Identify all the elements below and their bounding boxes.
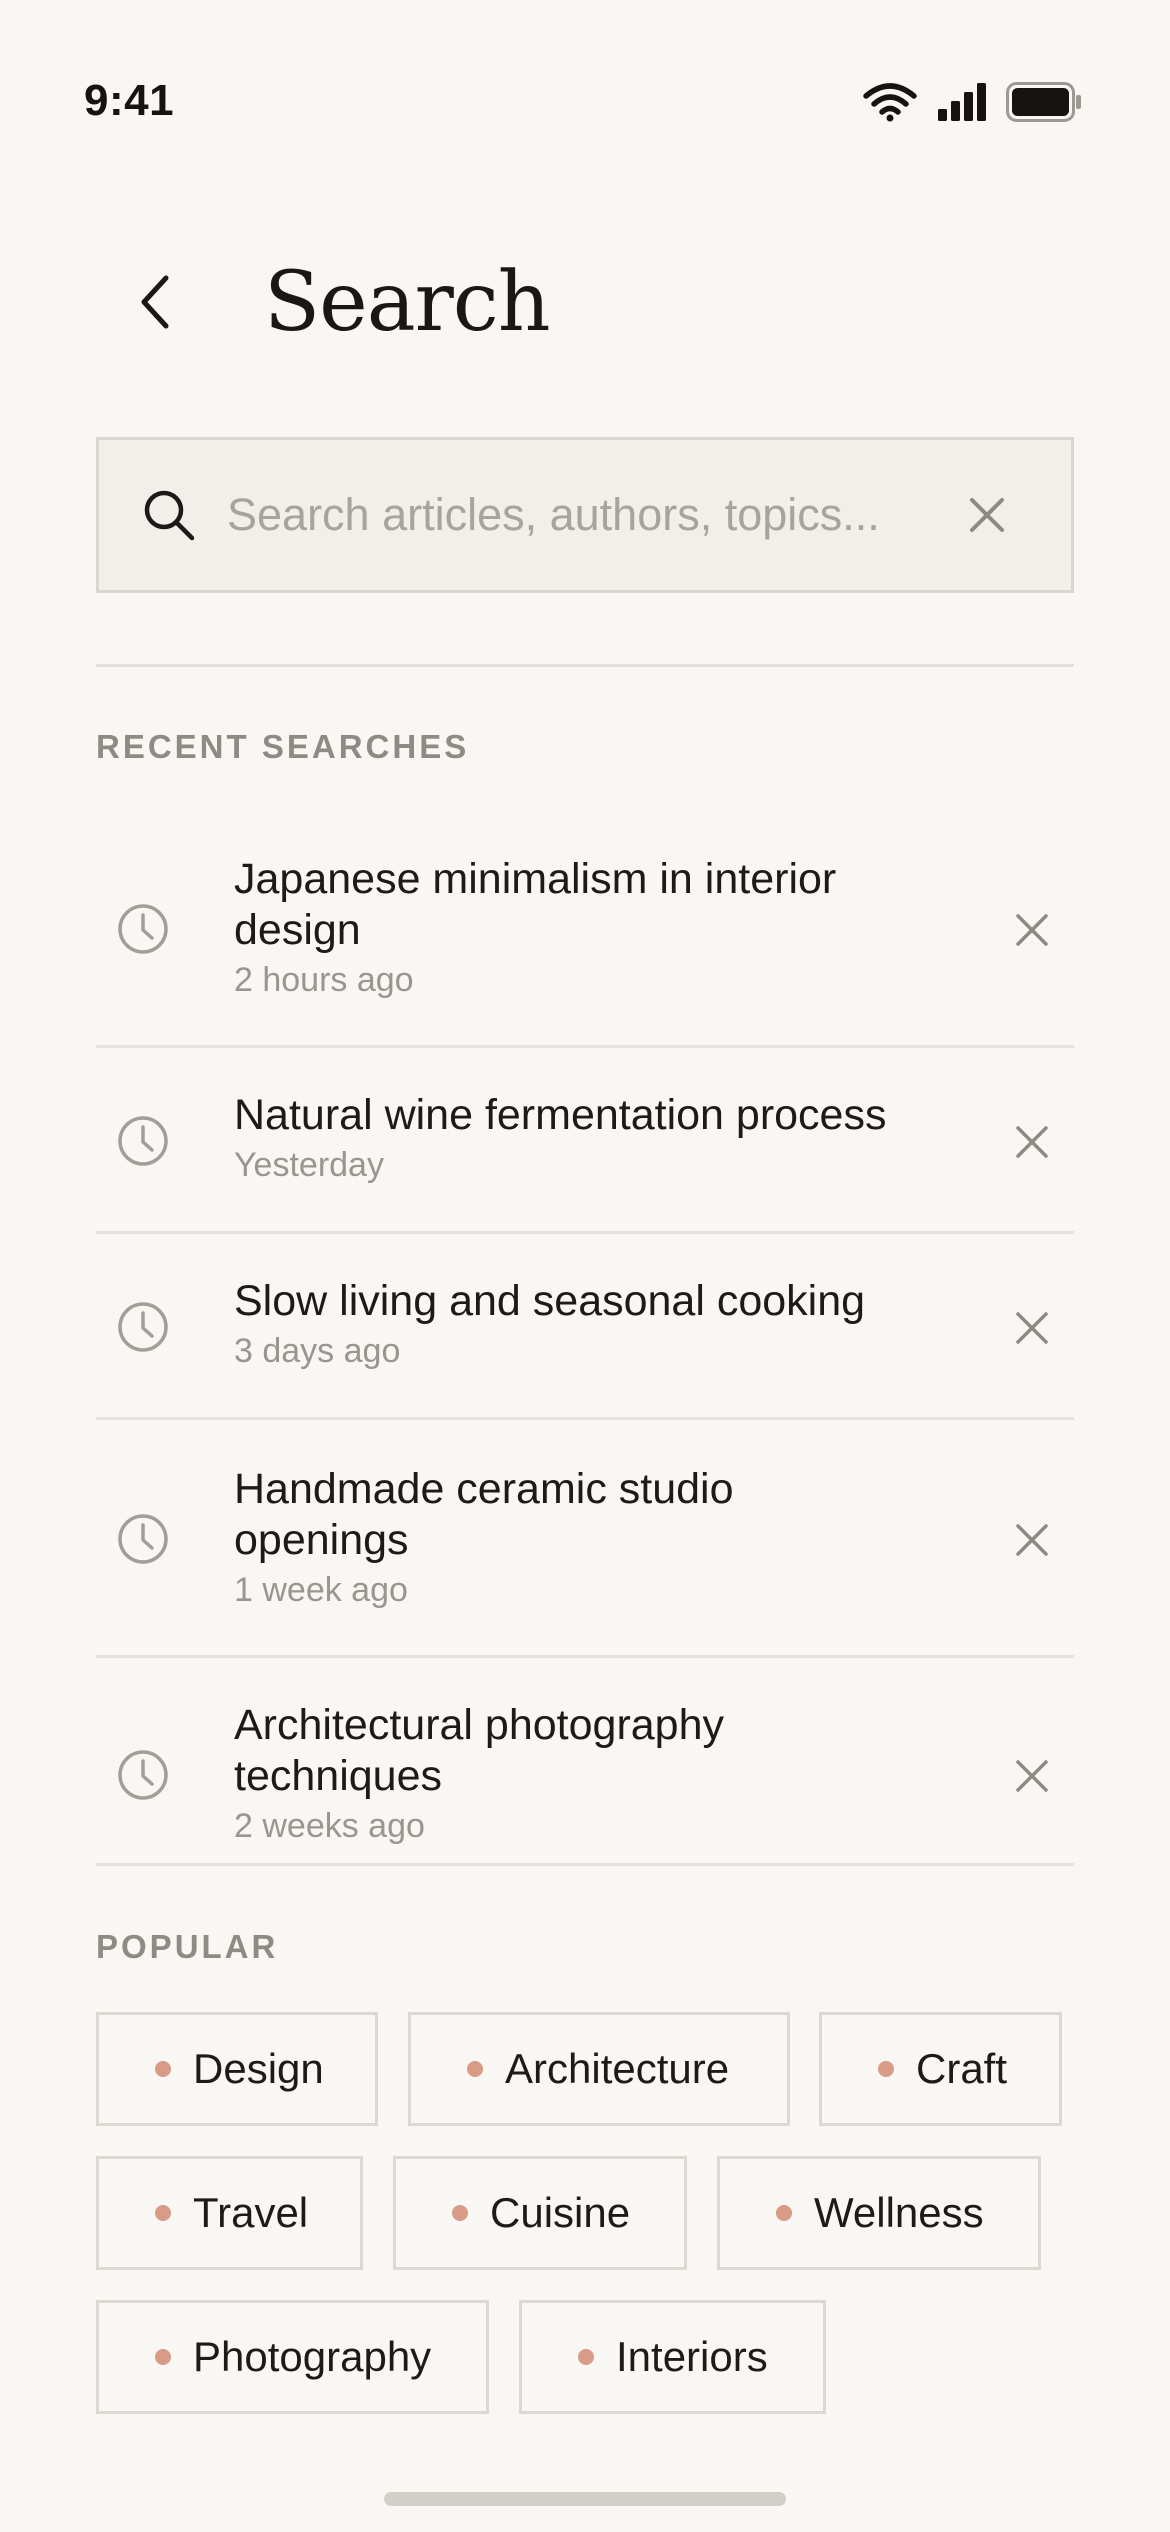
tag-chip-architecture[interactable]: Architecture	[408, 2012, 790, 2126]
recent-search-text: Slow living and seasonal cooking 3 days …	[234, 1276, 914, 1373]
divider	[96, 664, 1074, 667]
tag-dot	[878, 2061, 894, 2077]
back-button[interactable]	[120, 268, 192, 340]
tag-dot	[452, 2205, 468, 2221]
cellular-signal-icon	[938, 83, 986, 126]
tag-label: Cuisine	[490, 2189, 631, 2236]
recent-search-text: Natural wine fermentation process Yester…	[234, 1090, 914, 1187]
remove-recent-button[interactable]	[1004, 1114, 1060, 1170]
recent-search-text: Handmade ceramic studio openings 1 week …	[234, 1464, 914, 1612]
close-icon	[1016, 914, 1048, 946]
recent-search-time: 3 days ago	[234, 1332, 401, 1370]
tag-label: Wellness	[814, 2189, 984, 2236]
wifi-icon	[862, 82, 918, 127]
tag-label: Travel	[193, 2189, 309, 2236]
recent-search-item[interactable]: Japanese minimalism in interior design 2…	[96, 810, 1074, 1048]
tag-dot	[155, 2349, 171, 2365]
header: Search	[0, 210, 1170, 400]
popular-heading: POPULAR	[96, 1928, 279, 1965]
recent-search-item[interactable]: Handmade ceramic studio openings 1 week …	[96, 1420, 1074, 1658]
tag-dot	[467, 2061, 483, 2077]
tag-label: Photography	[193, 2333, 432, 2380]
recent-search-title: Natural wine fermentation process	[234, 1091, 887, 1139]
search-input[interactable]	[227, 489, 933, 541]
status-icons	[862, 82, 1082, 127]
remove-recent-button[interactable]	[1004, 902, 1060, 958]
close-icon	[1016, 1524, 1048, 1556]
recent-search-title: Japanese minimalism in interior design	[234, 855, 837, 954]
tag-label: Craft	[916, 2045, 1008, 2092]
tag-label: Interiors	[616, 2333, 768, 2380]
recent-search-item[interactable]: Architectural photography techniques 2 w…	[96, 1658, 1074, 1866]
recent-search-title: Architectural photography techniques	[234, 1701, 725, 1800]
clock-icon	[116, 1512, 170, 1566]
status-bar: 9:41	[0, 0, 1170, 210]
recent-search-time: 1 week ago	[234, 1571, 408, 1609]
recent-search-time: 2 hours ago	[234, 961, 414, 999]
clock-icon	[116, 1114, 170, 1168]
tag-chip-design[interactable]: Design	[96, 2012, 378, 2126]
remove-recent-button[interactable]	[1004, 1748, 1060, 1804]
tag-dot	[155, 2061, 171, 2077]
close-icon	[1016, 1760, 1048, 1792]
remove-recent-button[interactable]	[1004, 1300, 1060, 1356]
page-title: Search	[264, 255, 551, 350]
remove-recent-button[interactable]	[1004, 1512, 1060, 1568]
close-icon	[1016, 1312, 1048, 1344]
tag-dot	[155, 2205, 171, 2221]
recent-search-time: 2 weeks ago	[234, 1807, 425, 1845]
tag-chip-travel[interactable]: Travel	[96, 2156, 363, 2270]
clock-icon	[116, 1748, 170, 1802]
tag-label: Design	[193, 2045, 324, 2092]
recent-searches-heading: RECENT SEARCHES	[96, 728, 470, 765]
tag-chip-wellness[interactable]: Wellness	[717, 2156, 1041, 2270]
tag-chip-cuisine[interactable]: Cuisine	[393, 2156, 687, 2270]
status-time: 9:41	[84, 76, 175, 125]
clear-search-button[interactable]	[957, 485, 1017, 545]
close-icon	[1016, 1126, 1048, 1158]
tag-chip-photography[interactable]: Photography	[96, 2300, 489, 2414]
chevron-left-icon	[136, 274, 176, 335]
recent-search-item[interactable]: Natural wine fermentation process Yester…	[96, 1048, 1074, 1234]
close-icon	[970, 498, 1004, 532]
recent-search-title: Handmade ceramic studio openings	[234, 1465, 734, 1564]
clock-icon	[116, 1300, 170, 1354]
tag-dot	[578, 2349, 594, 2365]
recent-search-text: Architectural photography techniques 2 w…	[234, 1700, 914, 1848]
recent-search-item[interactable]: Slow living and seasonal cooking 3 days …	[96, 1234, 1074, 1420]
tag-dot	[776, 2205, 792, 2221]
home-indicator[interactable]	[384, 2492, 786, 2506]
recent-search-time: Yesterday	[234, 1146, 384, 1184]
search-bar[interactable]	[96, 437, 1074, 593]
recent-search-text: Japanese minimalism in interior design 2…	[234, 854, 914, 1002]
recent-search-title: Slow living and seasonal cooking	[234, 1277, 866, 1325]
battery-icon	[1006, 82, 1082, 127]
search-icon	[141, 487, 197, 543]
tag-chip-interiors[interactable]: Interiors	[519, 2300, 826, 2414]
clock-icon	[116, 902, 170, 956]
tag-label: Architecture	[505, 2045, 730, 2092]
tag-chip-craft[interactable]: Craft	[819, 2012, 1062, 2126]
